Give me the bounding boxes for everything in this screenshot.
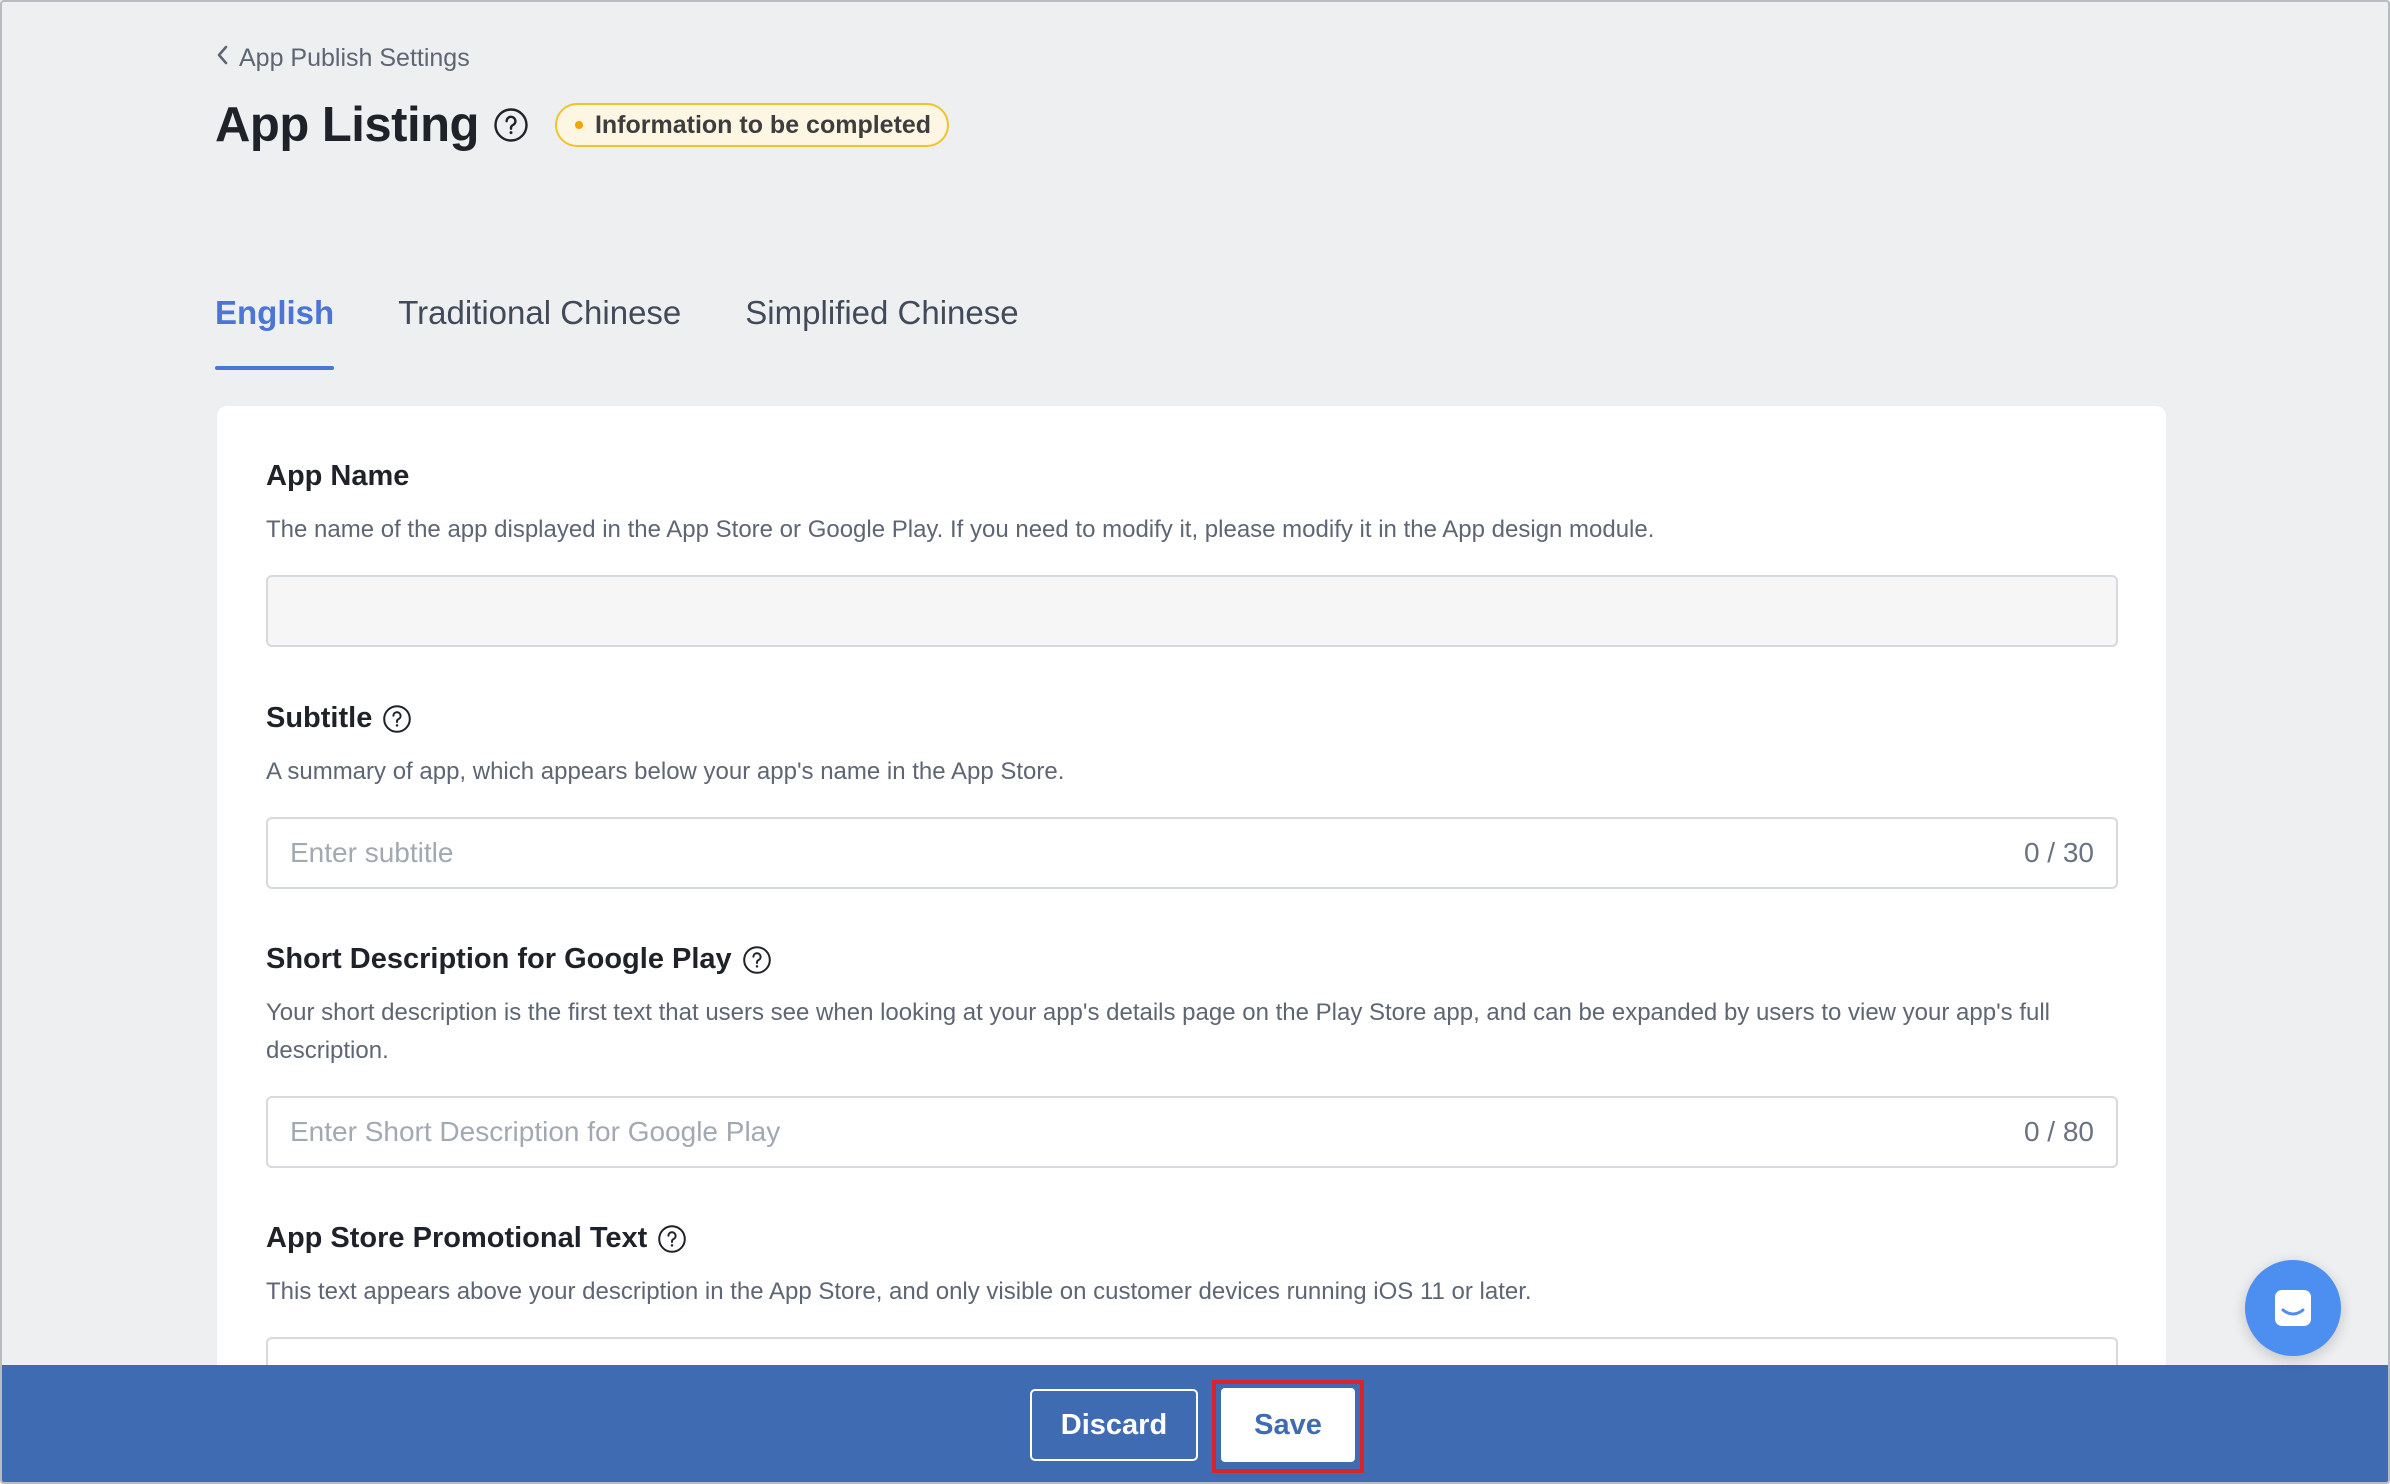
short-description-char-counter: 0 / 80 — [2023, 1116, 2094, 1147]
status-badge: Information to be completed — [554, 103, 950, 147]
short-description-input[interactable]: Enter Short Description for Google Play … — [266, 1096, 2118, 1168]
breadcrumb[interactable]: App Publish Settings — [215, 44, 470, 73]
subtitle-label: Subtitle — [266, 702, 2118, 735]
app-window: App Publish Settings App Listing Informa… — [0, 0, 2390, 1484]
discard-button[interactable]: Discard — [1030, 1389, 1198, 1461]
promotional-text-description: This text appears above your description… — [266, 1278, 1532, 1305]
subtitle-label-text: Subtitle — [266, 702, 373, 734]
app-name-label-text: App Name — [266, 460, 410, 492]
short-description-description: Your short description is the first text… — [266, 999, 2051, 1064]
tab-english[interactable]: English — [215, 288, 335, 372]
field-subtitle: Subtitle A summary of app, which appears… — [266, 702, 2118, 889]
subtitle-description: A summary of app, which appears below yo… — [266, 758, 1065, 785]
save-button[interactable]: Save — [1221, 1388, 1355, 1462]
title-row: App Listing Information to be completed — [215, 94, 950, 156]
breadcrumb-label: App Publish Settings — [239, 44, 470, 72]
promotional-text-label: App Store Promotional Text — [266, 1222, 2118, 1255]
field-short-description: Short Description for Google Play Your s… — [266, 943, 2118, 1168]
short-description-placeholder: Enter Short Description for Google Play — [290, 1116, 781, 1147]
tab-traditional-chinese[interactable]: Traditional Chinese — [398, 288, 681, 372]
subtitle-input[interactable]: Enter subtitle 0 / 30 — [266, 817, 2118, 889]
chat-bubble-icon[interactable] — [2245, 1260, 2341, 1356]
language-tabs: English Traditional Chinese Simplified C… — [215, 288, 1083, 372]
chevron-left-icon — [215, 44, 229, 73]
field-app-name: App Name The name of the app displayed i… — [266, 460, 2118, 647]
question-circle-icon[interactable] — [493, 107, 529, 143]
promotional-text-label-text: App Store Promotional Text — [266, 1222, 648, 1254]
app-name-label: App Name — [266, 460, 2118, 493]
subtitle-char-counter: 0 / 30 — [2023, 837, 2094, 868]
status-dot — [574, 121, 583, 129]
app-name-input[interactable] — [266, 575, 2118, 647]
short-description-label-text: Short Description for Google Play — [266, 943, 732, 975]
form-card: App Name The name of the app displayed i… — [217, 406, 2166, 1482]
short-description-label: Short Description for Google Play — [266, 943, 2118, 976]
status-badge-label: Information to be completed — [594, 110, 932, 139]
app-name-description: The name of the app displayed in the App… — [266, 516, 1655, 543]
question-circle-icon[interactable] — [742, 945, 772, 975]
question-circle-icon[interactable] — [657, 1224, 687, 1254]
question-circle-icon[interactable] — [382, 704, 412, 734]
subtitle-placeholder: Enter subtitle — [290, 837, 454, 868]
tab-simplified-chinese[interactable]: Simplified Chinese — [745, 288, 1018, 372]
page-title: App Listing — [215, 98, 479, 152]
